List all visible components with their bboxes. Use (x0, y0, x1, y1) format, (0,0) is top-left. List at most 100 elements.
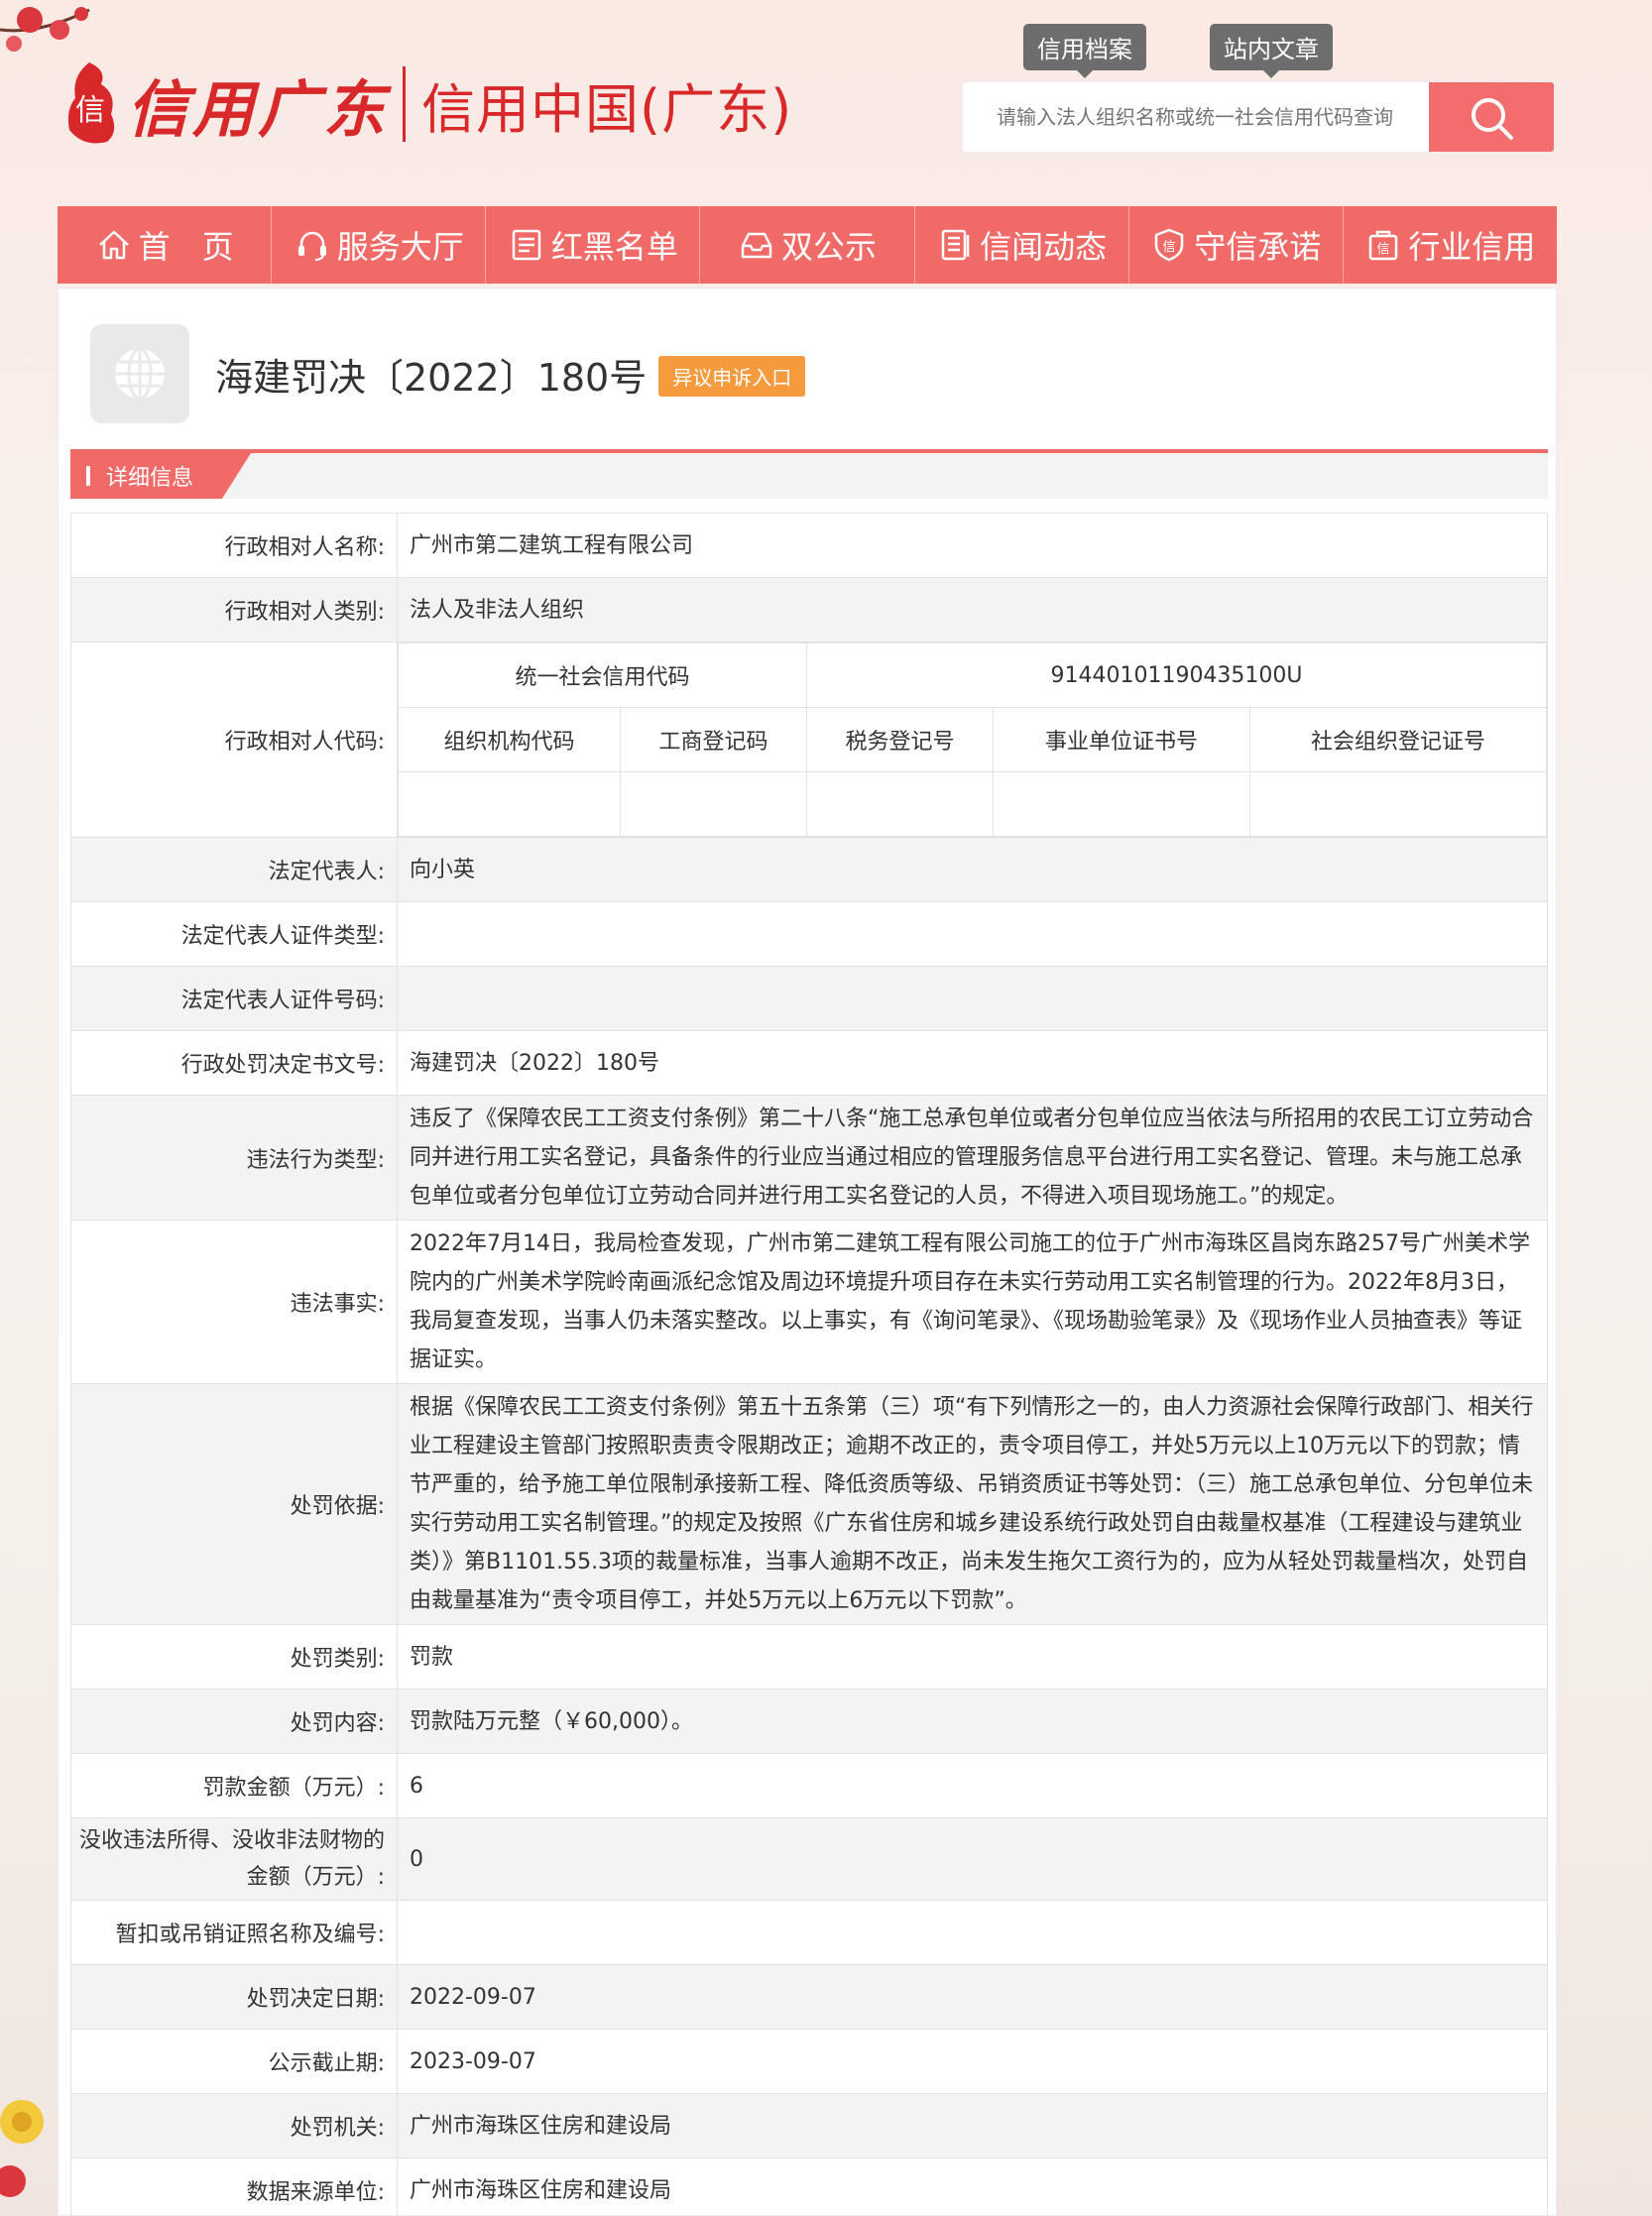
nav-label: 信闻动态 (980, 228, 1108, 266)
nav-label: 守信承诺 (1194, 228, 1322, 266)
field-value (397, 901, 1548, 967)
main-nav: 首 页 服务大厅 红黑名单 双公示 信闻动态 信 守信承诺 信 行业信用 (58, 206, 1557, 284)
nav-service-hall[interactable]: 服务大厅 (272, 206, 487, 284)
detail-table: 行政相对人名称: 广州市第二建筑工程有限公司 行政相对人类别: 法人及非法人组织… (70, 513, 1548, 2216)
nav-double-publicity[interactable]: 双公示 (700, 206, 915, 284)
section-tab-details: 详细信息 (70, 453, 251, 499)
row-penalty-category: 处罚类别: 罚款 (70, 1624, 1548, 1690)
org-code-value (398, 771, 621, 837)
nav-label: 红黑名单 (550, 228, 678, 266)
inst-cert-value (993, 771, 1250, 837)
row-license-revoked: 暂扣或吊销证照名称及编号: (70, 1900, 1548, 1965)
search-bar (962, 81, 1555, 153)
field-value: 罚款 (397, 1624, 1548, 1690)
field-label: 违法事实: (70, 1220, 398, 1384)
field-value (397, 1900, 1548, 1965)
svg-text:信: 信 (75, 93, 105, 128)
field-label: 行政相对人类别: (70, 577, 398, 642)
field-value: 广州市第二建筑工程有限公司 (397, 513, 1548, 578)
site-header: 信 信用广东 信用中国(广东) 信用档案 站内文章 (0, 0, 1652, 198)
nav-label: 首 页 (138, 228, 234, 266)
record-title-row: 海建罚决〔2022〕180号 异议申诉入口 (90, 324, 806, 423)
record-panel: 海建罚决〔2022〕180号 异议申诉入口 详细信息 行政相对人名称: 广州市第… (58, 288, 1557, 2216)
document-icon (941, 229, 970, 261)
tab-credit-archive[interactable]: 信用档案 (1023, 24, 1146, 78)
svg-text:信: 信 (1377, 242, 1390, 257)
logo-divider (403, 66, 407, 142)
nav-label: 行业信用 (1408, 228, 1536, 266)
field-value: 6 (397, 1753, 1548, 1818)
usc-label: 统一社会信用代码 (398, 642, 807, 708)
section-title: 详细信息 (106, 466, 194, 491)
field-value: 罚款陆万元整（￥60,000）。 (397, 1689, 1548, 1754)
field-label: 处罚机关: (70, 2093, 398, 2158)
usc-value: 91440101190435100U (806, 642, 1547, 708)
field-value: 根据《保障农民工工资支付条例》第五十五条第（三）项“有下列情形之一的，由人力资源… (397, 1383, 1548, 1625)
field-label: 暂扣或吊销证照名称及编号: (70, 1900, 398, 1965)
field-value (397, 966, 1548, 1031)
tab-site-articles[interactable]: 站内文章 (1210, 24, 1333, 78)
field-label: 处罚内容: (70, 1689, 398, 1754)
nav-credit-commitment[interactable]: 信 守信承诺 (1129, 206, 1344, 284)
field-value: 广州市海珠区住房和建设局 (397, 2093, 1548, 2158)
shield-icon: 信 (1155, 228, 1184, 262)
globe-icon (90, 324, 189, 423)
row-publicity-end: 公示截止期: 2023-09-07 (70, 2029, 1548, 2094)
field-value: 法人及非法人组织 (397, 577, 1548, 642)
search-scope-tabs: 信用档案 站内文章 (1023, 24, 1333, 78)
page-title: 海建罚决〔2022〕180号 (215, 355, 648, 400)
row-decision-date: 处罚决定日期: 2022-09-07 (70, 1964, 1548, 2030)
field-label: 罚款金额（万元）: (70, 1753, 398, 1818)
nav-red-black-list[interactable]: 红黑名单 (486, 206, 701, 284)
search-icon (1472, 98, 1513, 140)
site-logo[interactable]: 信 信用广东 信用中国(广东) (58, 50, 792, 159)
row-violation-type: 违法行为类型: 违反了《保障农民工工资支付条例》第二十八条“施工总承包单位或者分… (70, 1095, 1548, 1221)
logo-site-name: 信用中国(广东) (421, 77, 793, 141)
row-authority: 处罚机关: 广州市海珠区住房和建设局 (70, 2093, 1548, 2158)
tax-reg-label: 税务登记号 (806, 707, 994, 772)
section-header: 详细信息 (70, 449, 1548, 499)
svg-text:信: 信 (1163, 240, 1176, 255)
logo-seal-icon: 信 (58, 57, 123, 152)
row-party-name: 行政相对人名称: 广州市第二建筑工程有限公司 (70, 513, 1548, 578)
row-decision-no: 行政处罚决定书文号: 海建罚决〔2022〕180号 (70, 1030, 1548, 1096)
logo-script-text: 信用广东 (127, 73, 390, 146)
field-value: 向小英 (397, 837, 1548, 902)
search-input[interactable] (963, 82, 1429, 152)
row-legal-rep: 法定代表人: 向小英 (70, 837, 1548, 902)
inst-cert-label: 事业单位证书号 (993, 707, 1250, 772)
row-party-code: 行政相对人代码: 统一社会信用代码 91440101190435100U 组织机… (70, 641, 1548, 838)
code-table-cell: 统一社会信用代码 91440101190435100U 组织机构代码 工商登记码… (397, 641, 1548, 838)
search-button[interactable] (1429, 82, 1554, 152)
nav-industry-credit[interactable]: 信 行业信用 (1344, 206, 1557, 284)
home-icon (98, 230, 129, 260)
field-value: 2022年7月14日，我局检查发现，广州市第二建筑工程有限公司施工的位于广州市海… (397, 1220, 1548, 1384)
section-marker (86, 466, 90, 486)
field-label: 公示截止期: (70, 2029, 398, 2094)
row-penalty-basis: 处罚依据: 根据《保障农民工工资支付条例》第五十五条第（三）项“有下列情形之一的… (70, 1383, 1548, 1625)
row-fine-amount: 罚款金额（万元）: 6 (70, 1753, 1548, 1818)
field-label: 行政处罚决定书文号: (70, 1030, 398, 1096)
building-icon: 信 (1369, 230, 1398, 261)
code-table: 统一社会信用代码 91440101190435100U 组织机构代码 工商登记码… (398, 642, 1547, 837)
row-confiscation-amount: 没收违法所得、没收非法财物的金额（万元）: 0 (70, 1817, 1548, 1901)
field-label: 数据来源单位: (70, 2158, 398, 2216)
social-org-value (1249, 771, 1547, 837)
field-value: 2023-09-07 (397, 2029, 1548, 2094)
org-code-label: 组织机构代码 (398, 707, 621, 772)
field-value: 广州市海珠区住房和建设局 (397, 2158, 1548, 2216)
nav-news[interactable]: 信闻动态 (915, 206, 1129, 284)
row-legal-rep-id-type: 法定代表人证件类型: (70, 901, 1548, 967)
headset-icon (297, 231, 326, 261)
tax-reg-value (806, 771, 994, 837)
field-label: 处罚决定日期: (70, 1964, 398, 2030)
nav-home[interactable]: 首 页 (58, 206, 273, 284)
field-label: 处罚依据: (70, 1383, 398, 1625)
nav-label: 双公示 (780, 228, 877, 266)
field-value: 海建罚决〔2022〕180号 (397, 1030, 1548, 1096)
biz-reg-value (620, 771, 807, 837)
blossom-bottom-decoration (0, 2100, 44, 2197)
field-label: 行政相对人代码: (70, 641, 398, 838)
appeal-button[interactable]: 异议申诉入口 (658, 355, 806, 397)
field-label: 处罚类别: (70, 1624, 398, 1690)
